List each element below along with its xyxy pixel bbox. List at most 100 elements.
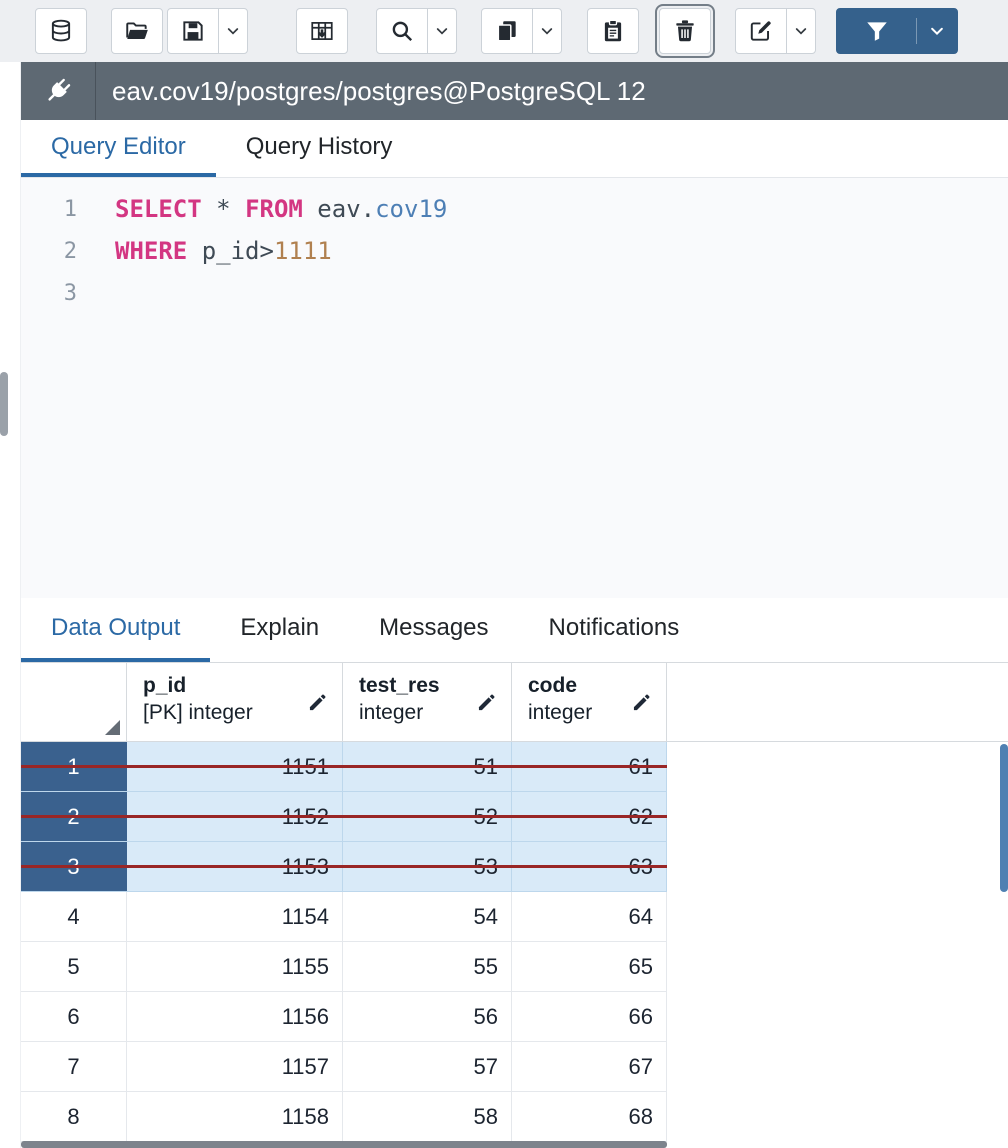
data-cell[interactable]: 68 (512, 1092, 667, 1141)
save-file-split-button (167, 8, 248, 54)
code-line[interactable]: 1 SELECT * FROM eav.cov19 (21, 188, 1008, 230)
data-cell[interactable]: 1154 (127, 892, 343, 941)
search-icon (389, 18, 415, 44)
column-header-p-id[interactable]: p_id [PK] integer (127, 663, 343, 741)
line-number: 1 (21, 197, 77, 222)
tab-notifications[interactable]: Notifications (519, 598, 710, 662)
tab-query-history[interactable]: Query History (216, 120, 423, 177)
deleted-strike-line (21, 765, 667, 768)
chevron-down-icon (539, 23, 555, 39)
filter-icon (837, 18, 916, 44)
data-cell[interactable]: 67 (512, 1042, 667, 1091)
table-row[interactable]: 8 1158 58 68 (21, 1092, 667, 1142)
tab-messages[interactable]: Messages (349, 598, 518, 662)
sql-editor-lines: 1 SELECT * FROM eav.cov19 2 WHERE p_id>1… (21, 188, 1008, 314)
edit-icon (748, 18, 774, 44)
row-number-cell[interactable]: 4 (21, 892, 127, 941)
data-cell[interactable]: 64 (512, 892, 667, 941)
connection-status-button[interactable] (21, 62, 95, 120)
plug-icon (37, 70, 79, 112)
copy-split-button (481, 8, 562, 54)
select-all-triangle-icon (105, 720, 120, 735)
table-row[interactable]: 2 1152 52 62 (21, 792, 667, 842)
data-cell[interactable]: 1157 (127, 1042, 343, 1091)
column-type: [PK] integer (143, 701, 298, 725)
edit-button[interactable] (735, 8, 787, 54)
data-grid: p_id [PK] integer test_res integer (21, 662, 1008, 1148)
copy-icon (494, 18, 520, 44)
row-number-cell[interactable]: 5 (21, 942, 127, 991)
open-file-button[interactable] (111, 8, 163, 54)
left-gutter (0, 62, 21, 1148)
code-text: SELECT * FROM eav.cov19 (115, 195, 447, 223)
editor-tab-bar: Query Editor Query History (21, 120, 1008, 178)
tab-query-editor[interactable]: Query Editor (21, 120, 216, 177)
paste-icon (600, 18, 626, 44)
connection-label: eav.cov19/postgres/postgres@PostgreSQL 1… (112, 76, 646, 107)
pgadmin-query-tool: eav.cov19/postgres/postgres@PostgreSQL 1… (0, 0, 1008, 1148)
column-type: integer (528, 701, 622, 725)
chevron-down-icon (793, 23, 809, 39)
pencil-icon[interactable] (476, 691, 498, 713)
pencil-icon[interactable] (631, 691, 653, 713)
paste-button[interactable] (587, 8, 639, 54)
edit-dropdown-button[interactable] (786, 8, 816, 54)
tab-explain[interactable]: Explain (210, 598, 349, 662)
data-cell[interactable]: 54 (343, 892, 512, 941)
folder-open-icon (124, 18, 150, 44)
trash-icon (672, 18, 698, 44)
column-header-test-res[interactable]: test_res integer (343, 663, 512, 741)
save-file-button[interactable] (167, 8, 219, 54)
find-button[interactable] (376, 8, 428, 54)
data-cell[interactable]: 55 (343, 942, 512, 991)
row-number-cell[interactable]: 7 (21, 1042, 127, 1091)
save-data-changes-button[interactable] (35, 8, 87, 54)
column-name: p_id (143, 674, 298, 698)
copy-dropdown-button[interactable] (532, 8, 562, 54)
data-cell[interactable]: 58 (343, 1092, 512, 1141)
delete-rows-button[interactable] (659, 8, 711, 54)
sql-editor[interactable]: 1 SELECT * FROM eav.cov19 2 WHERE p_id>1… (21, 178, 1008, 598)
table-row[interactable]: 1 1151 51 61 (21, 742, 667, 792)
filter-dropdown-button[interactable] (917, 22, 957, 40)
column-name: test_res (359, 674, 467, 698)
table-row[interactable]: 4 1154 54 64 (21, 892, 667, 942)
row-number-cell[interactable]: 6 (21, 992, 127, 1041)
connection-bar: eav.cov19/postgres/postgres@PostgreSQL 1… (21, 62, 1008, 120)
column-header-code[interactable]: code integer (512, 663, 667, 741)
data-cell[interactable]: 1158 (127, 1092, 343, 1141)
data-cell[interactable]: 57 (343, 1042, 512, 1091)
output-tab-bar: Data Output Explain Messages Notificatio… (21, 598, 1008, 662)
row-number-cell[interactable]: 8 (21, 1092, 127, 1141)
edit-split-button (735, 8, 816, 54)
data-cell[interactable]: 56 (343, 992, 512, 1041)
code-text: WHERE p_id>1111 (115, 237, 332, 265)
grid-horizontal-scrollbar-thumb[interactable] (21, 1141, 667, 1148)
code-line[interactable]: 2 WHERE p_id>1111 (21, 230, 1008, 272)
table-row[interactable]: 7 1157 57 67 (21, 1042, 667, 1092)
divider (95, 62, 96, 120)
copy-button[interactable] (481, 8, 533, 54)
code-line[interactable]: 3 (21, 272, 1008, 314)
data-cell[interactable]: 65 (512, 942, 667, 991)
left-scrollbar-thumb[interactable] (0, 372, 8, 436)
data-cell[interactable]: 1155 (127, 942, 343, 991)
column-type: integer (359, 701, 467, 725)
save-file-dropdown-button[interactable] (218, 8, 248, 54)
grid-vertical-scrollbar-thumb[interactable] (1000, 744, 1008, 892)
data-cell[interactable]: 66 (512, 992, 667, 1041)
table-row[interactable]: 5 1155 55 65 (21, 942, 667, 992)
find-dropdown-button[interactable] (427, 8, 457, 54)
grid-header: p_id [PK] integer test_res integer (21, 662, 1008, 742)
table-row[interactable]: 3 1153 53 63 (21, 842, 667, 892)
column-name: code (528, 674, 622, 698)
pencil-icon[interactable] (307, 691, 329, 713)
select-all-cell[interactable] (21, 663, 127, 741)
table-row[interactable]: 6 1156 56 66 (21, 992, 667, 1042)
filter-button[interactable] (836, 8, 958, 54)
download-csv-button[interactable] (296, 8, 348, 54)
chevron-down-icon (225, 23, 241, 39)
data-cell[interactable]: 1156 (127, 992, 343, 1041)
tab-data-output[interactable]: Data Output (21, 598, 210, 662)
line-number: 2 (21, 239, 77, 264)
